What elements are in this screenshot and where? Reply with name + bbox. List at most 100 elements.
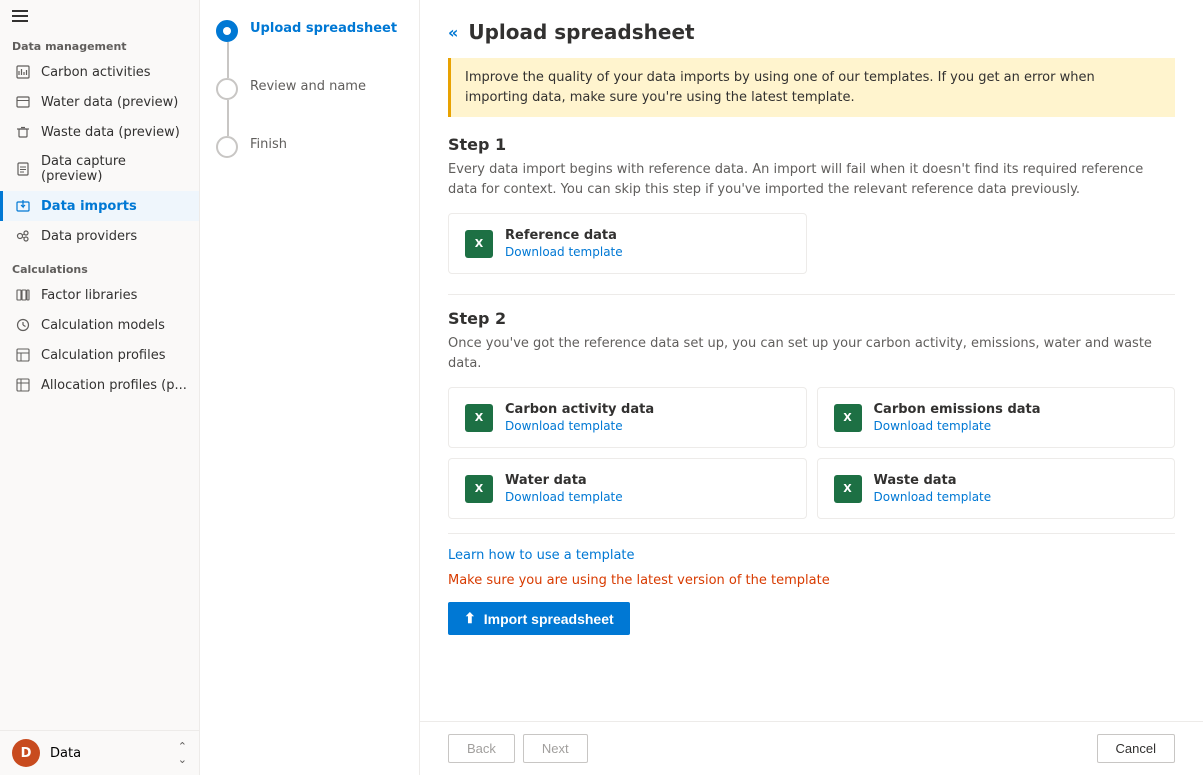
excel-icon-water: X: [465, 475, 493, 503]
allocation-profiles-icon: [15, 377, 31, 393]
sidebar-item-label: Factor libraries: [41, 288, 137, 303]
sidebar-item-label: Waste data (preview): [41, 125, 180, 140]
factor-libraries-icon: [15, 287, 31, 303]
data-capture-icon: [15, 161, 31, 177]
data-imports-icon: [15, 198, 31, 214]
main-content: « Upload spreadsheet Improve the quality…: [420, 0, 1203, 775]
sidebar-header: [0, 0, 199, 28]
carbon-emissions-download-link[interactable]: Download template: [874, 419, 1041, 433]
sidebar-item-water-data[interactable]: Water data (preview): [0, 87, 199, 117]
learn-how-link[interactable]: Learn how to use a template: [448, 548, 635, 563]
carbon-activity-info: Carbon activity data Download template: [505, 402, 654, 433]
avatar: D: [12, 739, 40, 767]
excel-icon-reference: X: [465, 230, 493, 258]
sidebar: Data management Carbon activities Water …: [0, 0, 200, 775]
sidebar-item-waste-data[interactable]: Waste data (preview): [0, 117, 199, 147]
step2-title: Step 2: [448, 309, 1175, 328]
footer: Back Next Cancel: [420, 721, 1203, 775]
template-card-water-data[interactable]: X Water data Download template: [448, 458, 807, 519]
step1-templates: X Reference data Download template: [448, 213, 807, 274]
sidebar-item-label: Calculation models: [41, 318, 165, 333]
user-label: Data: [50, 746, 81, 761]
info-banner-text: Improve the quality of your data imports…: [465, 70, 1095, 105]
waste-icon: [15, 124, 31, 140]
calculation-profiles-icon: [15, 347, 31, 363]
data-management-label: Data management: [0, 28, 199, 57]
step-connector-1: [227, 42, 229, 78]
sidebar-item-label: Data capture (preview): [41, 154, 187, 184]
learn-divider: [448, 533, 1175, 534]
step-label-upload: Upload spreadsheet: [250, 20, 397, 36]
calculation-models-icon: [15, 317, 31, 333]
sidebar-item-factor-libraries[interactable]: Factor libraries: [0, 280, 199, 310]
sidebar-item-label: Water data (preview): [41, 95, 178, 110]
water-data-name: Water data: [505, 473, 623, 488]
main-body: « Upload spreadsheet Improve the quality…: [420, 0, 1203, 721]
stepper-panel: Upload spreadsheet Review and name Finis…: [200, 0, 420, 775]
step-connector-2: [227, 100, 229, 136]
step2-description: Once you've got the reference data set u…: [448, 334, 1175, 373]
waste-data-info: Waste data Download template: [874, 473, 992, 504]
carbon-activities-icon: [15, 64, 31, 80]
step2-templates: X Carbon activity data Download template…: [448, 387, 1175, 519]
sidebar-item-label: Carbon activities: [41, 65, 151, 80]
import-btn-label: Import spreadsheet: [484, 611, 614, 627]
template-card-carbon-activity[interactable]: X Carbon activity data Download template: [448, 387, 807, 448]
step1-description: Every data import begins with reference …: [448, 160, 1175, 199]
cancel-button[interactable]: Cancel: [1097, 734, 1175, 763]
water-data-info: Water data Download template: [505, 473, 623, 504]
step-circle-review: [216, 78, 238, 100]
template-card-waste-data[interactable]: X Waste data Download template: [817, 458, 1176, 519]
carbon-emissions-info: Carbon emissions data Download template: [874, 402, 1041, 433]
waste-data-download-link[interactable]: Download template: [874, 490, 992, 504]
data-providers-icon: [15, 228, 31, 244]
reference-data-name: Reference data: [505, 228, 623, 243]
excel-icon-waste: X: [834, 475, 862, 503]
sidebar-item-label: Data providers: [41, 229, 137, 244]
water-data-download-link[interactable]: Download template: [505, 490, 623, 504]
import-spreadsheet-button[interactable]: ⬆ Import spreadsheet: [448, 602, 630, 635]
sidebar-item-label: Calculation profiles: [41, 348, 166, 363]
back-arrow-icon[interactable]: «: [448, 23, 458, 42]
carbon-emissions-name: Carbon emissions data: [874, 402, 1041, 417]
back-button[interactable]: Back: [448, 734, 515, 763]
sidebar-item-calculation-models[interactable]: Calculation models: [0, 310, 199, 340]
template-card-reference-data[interactable]: X Reference data Download template: [448, 213, 807, 274]
info-banner: Improve the quality of your data imports…: [448, 58, 1175, 117]
sidebar-item-carbon-activities[interactable]: Carbon activities: [0, 57, 199, 87]
warning-text: Make sure you are using the latest versi…: [448, 573, 1175, 588]
sidebar-item-allocation-profiles[interactable]: Allocation profiles (p...: [0, 370, 199, 400]
sidebar-item-label: Data imports: [41, 199, 137, 214]
carbon-activity-download-link[interactable]: Download template: [505, 419, 654, 433]
reference-data-download-link[interactable]: Download template: [505, 245, 623, 259]
step-finish: Finish: [216, 136, 403, 158]
step-circle-finish: [216, 136, 238, 158]
sidebar-item-calculation-profiles[interactable]: Calculation profiles: [0, 340, 199, 370]
chevron-icon: ⌃⌄: [178, 740, 187, 766]
excel-icon-carbon-emissions: X: [834, 404, 862, 432]
step-label-finish: Finish: [250, 136, 287, 152]
page-title-row: « Upload spreadsheet: [448, 20, 1175, 44]
sidebar-item-label: Allocation profiles (p...: [41, 378, 187, 393]
upload-icon: ⬆: [464, 610, 476, 627]
reference-data-info: Reference data Download template: [505, 228, 623, 259]
step-review: Review and name: [216, 78, 403, 100]
hamburger-menu[interactable]: [12, 10, 28, 22]
section-divider: [448, 294, 1175, 295]
carbon-activity-name: Carbon activity data: [505, 402, 654, 417]
excel-icon-carbon-activity: X: [465, 404, 493, 432]
water-icon: [15, 94, 31, 110]
step1-title: Step 1: [448, 135, 1175, 154]
sidebar-item-data-providers[interactable]: Data providers: [0, 221, 199, 251]
sidebar-item-data-capture[interactable]: Data capture (preview): [0, 147, 199, 191]
page-title: Upload spreadsheet: [468, 20, 694, 44]
waste-data-name: Waste data: [874, 473, 992, 488]
sidebar-item-data-imports[interactable]: Data imports: [0, 191, 199, 221]
step-upload: Upload spreadsheet: [216, 20, 403, 42]
user-profile[interactable]: D Data ⌃⌄: [0, 730, 199, 775]
next-button[interactable]: Next: [523, 734, 588, 763]
template-card-carbon-emissions[interactable]: X Carbon emissions data Download templat…: [817, 387, 1176, 448]
step-circle-upload: [216, 20, 238, 42]
step-label-review: Review and name: [250, 78, 366, 94]
calculations-label: Calculations: [0, 251, 199, 280]
